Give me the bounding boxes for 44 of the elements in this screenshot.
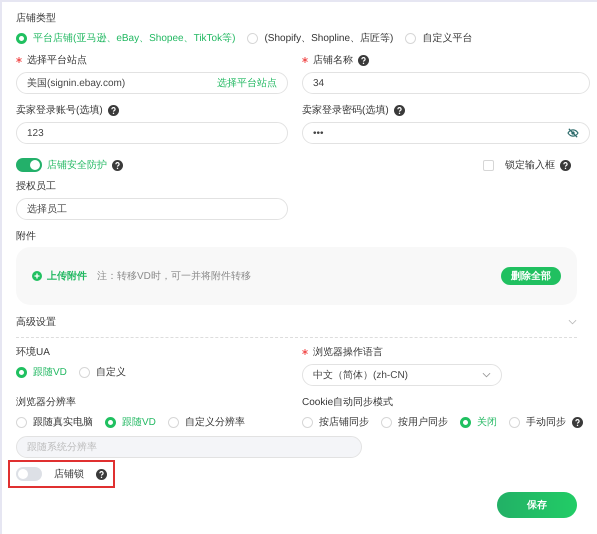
radio-option[interactable]: 自定义分辨率 — [168, 415, 245, 429]
help-icon[interactable] — [112, 160, 123, 170]
site-field[interactable]: 美国(signin.ebay.com) 选择平台站点 — [16, 72, 288, 94]
radio-option[interactable]: (Shopify、Shopline、店匠等) — [247, 31, 394, 45]
toggle-switch[interactable] — [16, 467, 42, 481]
field-label: 浏览器分辨率 — [16, 396, 76, 409]
field-label: 店铺名称 — [313, 54, 353, 67]
help-icon[interactable] — [394, 104, 405, 116]
field-label: 环境UA — [16, 346, 50, 359]
radio-option[interactable]: 自定义平台 — [405, 31, 472, 45]
help-icon[interactable] — [96, 468, 107, 480]
field-label: 附件 — [16, 230, 36, 243]
field-label: 选择平台站点 — [27, 54, 87, 67]
resolution-field[interactable]: 跟随系统分辨率 — [16, 436, 362, 458]
radio-option[interactable]: 按用户同步 — [381, 415, 448, 429]
hidden-eye-icon[interactable] — [567, 128, 579, 138]
help-icon[interactable] — [572, 416, 583, 428]
field-label: 卖家登录密码(选填) — [302, 104, 389, 117]
radio-option[interactable]: 跟随真实电脑 — [16, 415, 93, 429]
field-label: 店铺类型 — [16, 12, 56, 25]
checkbox-label: 锁定输入框 — [505, 158, 555, 172]
field-label: 授权员工 — [16, 180, 56, 193]
toggle-switch[interactable] — [16, 158, 42, 172]
account-field[interactable]: 123 — [16, 122, 288, 144]
plus-circle-icon — [32, 271, 42, 281]
help-icon[interactable] — [108, 104, 119, 116]
radio-option[interactable]: 按店铺同步 — [302, 415, 369, 429]
store-name-field[interactable]: 34 — [302, 72, 590, 94]
field-label: 浏览器操作语言 — [313, 346, 383, 359]
toggle-label: 店铺安全防护 — [47, 158, 107, 172]
language-select[interactable]: 中文（简体）(zh-CN) — [302, 364, 502, 386]
help-icon[interactable] — [560, 160, 571, 170]
staff-field[interactable]: 选择员工 — [16, 198, 288, 220]
help-icon[interactable] — [358, 54, 369, 66]
chevron-down-icon — [482, 372, 491, 378]
section-title: 高级设置 — [16, 316, 56, 329]
toggle-label: 店铺锁 — [54, 468, 84, 481]
attachment-note: 注：转移VD时，可一并将附件转移 — [97, 270, 252, 283]
field-label: 卖家登录账号(选填) — [16, 104, 103, 117]
radio-option[interactable]: 自定义 — [78, 365, 126, 379]
field-label: Cookie自动同步模式 — [302, 396, 394, 409]
password-field[interactable]: ••• — [302, 122, 590, 144]
checkbox[interactable] — [483, 160, 494, 170]
radio-option[interactable]: 手动同步 — [509, 415, 583, 429]
